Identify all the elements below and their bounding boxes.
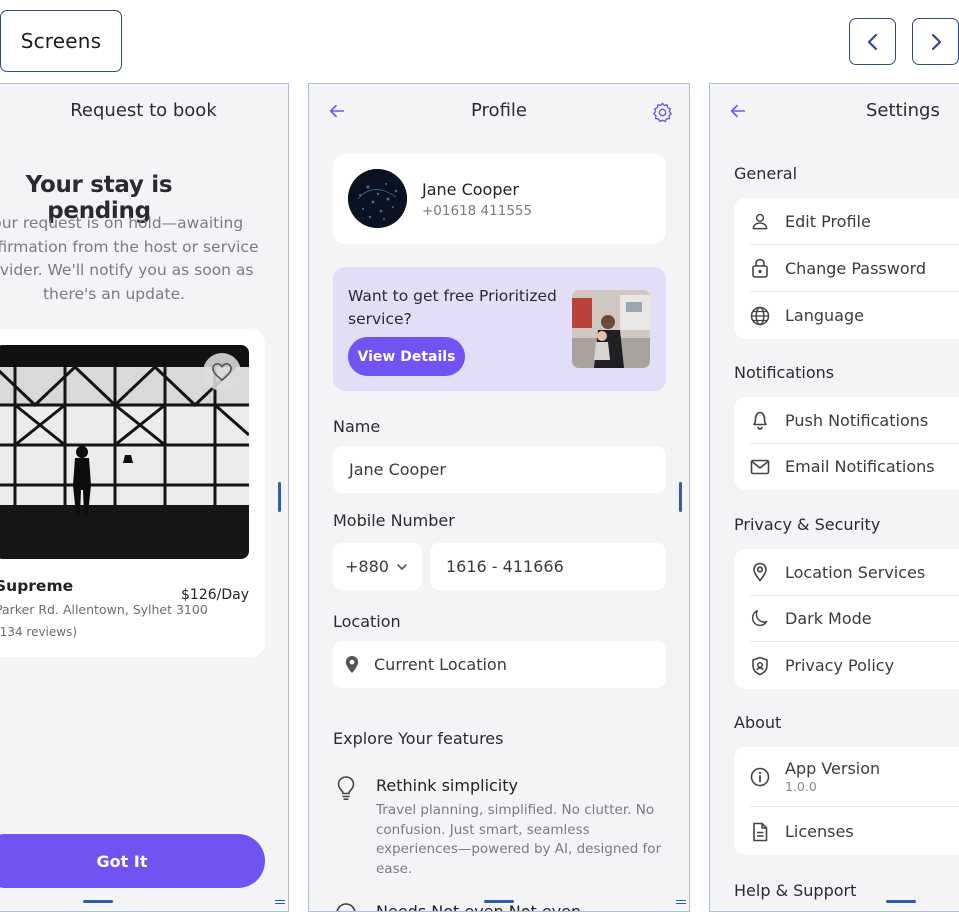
feature-description: Travel planning, simplified. No clutter.… [376, 802, 662, 877]
general-group: Edit Profile Change Password Language [734, 198, 959, 339]
about-group: App Version 1.0.0 Licenses [734, 747, 959, 855]
favorite-button[interactable] [203, 353, 241, 391]
got-it-button[interactable]: Got It [0, 834, 265, 888]
feature-name: Needs Not even Not even [376, 902, 582, 912]
resize-handle[interactable] [676, 900, 686, 904]
shield-icon [750, 656, 770, 676]
licenses-item[interactable]: Licenses [750, 808, 959, 855]
info-icon [750, 767, 770, 787]
moon-icon [750, 608, 770, 628]
chevron-down-icon [397, 563, 407, 570]
section-title-help: Help & Support [734, 881, 857, 900]
user-icon [750, 211, 770, 231]
next-button[interactable] [912, 18, 959, 65]
app-version-value: 1.0.0 [785, 779, 817, 794]
name-label: Name [333, 417, 381, 436]
listing-address: Parker Rd. Allentown, Sylhet 3100 [0, 602, 208, 617]
language-item[interactable]: Language [750, 292, 959, 339]
item-label: Licenses [785, 822, 854, 841]
profile-card[interactable]: Jane Cooper +01618 411555 [333, 154, 666, 244]
heart-icon [212, 362, 232, 382]
edit-profile-item[interactable]: Edit Profile [750, 198, 959, 245]
location-label: Location [333, 612, 401, 631]
location-input-value: Current Location [374, 655, 507, 674]
user-name: Jane Cooper [422, 180, 519, 199]
section-title-general: General [734, 164, 798, 183]
features-title: Explore Your features [333, 729, 504, 748]
feature-name: Rethink simplicity [376, 776, 518, 795]
gear-icon [652, 102, 672, 122]
listing-photo [0, 345, 249, 559]
settings-button[interactable] [651, 101, 673, 123]
mail-icon [750, 457, 770, 477]
view-details-button[interactable]: View Details [348, 337, 465, 376]
mobile-label: Mobile Number [333, 511, 455, 530]
avatar [348, 169, 407, 228]
name-input-value: Jane Cooper [349, 460, 446, 479]
pending-message: Your request is on hold—awaiting confirm… [0, 214, 259, 303]
item-label: Push Notifications [785, 410, 929, 430]
promo-text: Want to get free Prioritized service? [348, 287, 557, 328]
name-input[interactable]: Jane Cooper [333, 446, 666, 493]
arrow-left-icon [730, 104, 746, 118]
home-indicator [83, 900, 113, 903]
scrollbar[interactable] [679, 482, 682, 512]
section-title-about: About [734, 713, 782, 732]
bell-icon [750, 410, 770, 430]
globe-icon [750, 306, 770, 326]
section-title-notifications: Notifications [734, 363, 835, 382]
user-phone: +01618 411555 [422, 203, 533, 219]
privacy-policy-item[interactable]: Privacy Policy [750, 642, 959, 689]
item-label: Edit Profile [785, 211, 871, 231]
back-button[interactable] [728, 101, 748, 121]
section-title-privacy: Privacy & Security [734, 515, 881, 534]
dark-mode-item[interactable]: Dark Mode [750, 595, 959, 642]
document-icon [750, 822, 770, 842]
listing-name: Supreme [0, 577, 74, 595]
item-label: Dark Mode [785, 608, 872, 628]
location-input[interactable]: Current Location [333, 641, 666, 688]
notifications-group: Push Notifications Email Notifications [734, 397, 959, 490]
country-code-value: +880 [345, 557, 389, 576]
item-label: Change Password [785, 258, 927, 278]
promo-image [572, 290, 650, 368]
screen-title: Settings [866, 100, 940, 121]
mobile-input[interactable]: 1616 - 411666 [430, 543, 666, 590]
request-to-book-screen: Request to book Your stay is pending You… [0, 83, 289, 912]
item-label: Email Notifications [785, 457, 935, 476]
location-pin-icon [345, 655, 359, 674]
item-label: App Version [785, 759, 881, 778]
item-label: Location Services [785, 562, 926, 582]
scrollbar[interactable] [278, 482, 281, 512]
listing-reviews: (134 reviews) [0, 625, 78, 639]
previous-button[interactable] [849, 18, 896, 65]
mobile-input-value: 1616 - 411666 [446, 557, 564, 576]
lock-icon [750, 258, 770, 278]
location-pin-icon [750, 562, 770, 582]
settings-screen: Settings General Edit Profile Change Pas… [709, 83, 959, 912]
promo-banner: Want to get free Prioritized service? Vi… [333, 267, 666, 391]
item-label: Language [785, 306, 864, 325]
chevron-left-icon [867, 33, 877, 50]
screen-title: Request to book [70, 100, 217, 121]
screen-title: Profile [471, 100, 527, 121]
home-indicator [886, 900, 916, 903]
privacy-group: Location Services Dark Mode Privacy Poli… [734, 549, 959, 689]
change-password-item[interactable]: Change Password [750, 245, 959, 292]
lightbulb-icon [335, 774, 357, 802]
resize-handle[interactable] [275, 900, 285, 904]
chevron-right-icon [931, 33, 941, 50]
listing-price: $126/Day [181, 587, 249, 603]
push-notifications-item[interactable]: Push Notifications [750, 397, 959, 444]
item-label: Privacy Policy [785, 656, 895, 675]
feature-icon [335, 902, 357, 911]
home-indicator [484, 900, 514, 903]
location-services-item[interactable]: Location Services [750, 549, 959, 596]
app-version-item[interactable]: App Version 1.0.0 [750, 747, 959, 807]
profile-screen: Profile Jane Cooper +01618 411555 Want t… [308, 83, 690, 912]
listing-card[interactable]: Supreme Parker Rd. Allentown, Sylhet 310… [0, 329, 265, 657]
email-notifications-item[interactable]: Email Notifications [750, 443, 959, 490]
screens-button[interactable]: Screens [0, 10, 122, 72]
country-code-select[interactable]: +880 [333, 543, 422, 590]
